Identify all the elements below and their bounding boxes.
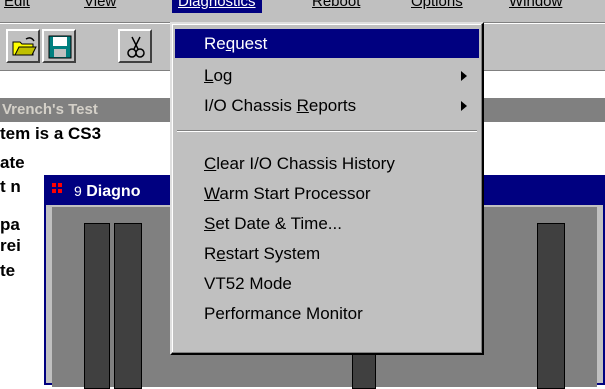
menu-item-text: et Date & Time... [215, 214, 342, 233]
menu-item-key: q [225, 34, 236, 53]
menu-item-text: start System [225, 244, 321, 263]
menu-item-text: VT52 Mode [204, 274, 292, 293]
menu-item-performance-monitor[interactable]: Performance Monitor [175, 299, 479, 328]
chassis-module[interactable] [114, 223, 142, 389]
menu-item-key: R [296, 96, 309, 115]
submenu-arrow-icon [461, 101, 467, 111]
menu-diagnostics[interactable]: Diagnostics [172, 0, 262, 13]
menu-item-key: C [204, 154, 217, 173]
menu-edit[interactable]: Edit [0, 0, 36, 13]
menu-item-text: uest [235, 34, 268, 53]
diagnostics-menu: Request Log I/O Chassis Reports Clear I/… [170, 22, 484, 355]
menu-item-text: lear I/O Chassis History [216, 154, 395, 173]
menu-item-warm-start-processor[interactable]: Warm Start Processor [175, 179, 479, 208]
menu-item-text: I/O Chassis [204, 96, 297, 115]
menu-item-key: S [204, 214, 216, 233]
open-folder-icon [12, 37, 37, 56]
chassis-module[interactable] [537, 223, 565, 389]
menu-item-text: arm Start Processor [219, 184, 371, 203]
menu-item-text: eports [308, 96, 357, 115]
diag-title-digit: 9 [74, 183, 82, 199]
content-line: tem is a CS3 [0, 124, 102, 143]
content-line: pa [0, 215, 20, 234]
menu-reboot-label: Reboot [312, 0, 361, 10]
cut-scissors-icon [127, 36, 145, 58]
content-line: t n [0, 177, 21, 196]
menu-view-label: View [84, 0, 117, 10]
menu-item-text: Re [204, 34, 226, 53]
content-line: rei [0, 236, 21, 255]
open-button[interactable] [6, 29, 40, 63]
menu-reboot[interactable]: Reboot [306, 0, 366, 13]
menu-edit-key: Edit [4, 0, 30, 10]
content-line: te [0, 261, 16, 280]
menu-item-clear-io-chassis-history[interactable]: Clear I/O Chassis History [175, 149, 479, 178]
menu-item-text: Performance Monitor [204, 304, 363, 323]
menu-item-set-date-time[interactable]: Set Date & Time... [175, 209, 479, 238]
save-disk-icon [48, 35, 72, 59]
cut-button[interactable] [118, 29, 152, 63]
menu-diagnostics-label: Diagnostics [178, 0, 256, 10]
chassis-module[interactable] [84, 223, 110, 389]
menu-options[interactable]: Options [405, 0, 469, 13]
menu-item-text: og [213, 66, 233, 85]
menu-item-vt52-mode[interactable]: VT52 Mode [175, 269, 479, 298]
menu-window[interactable]: Window [503, 0, 568, 13]
menu-item-text: R [204, 244, 217, 263]
app-icon [52, 183, 62, 193]
menu-separator [177, 130, 477, 132]
save-button[interactable] [42, 29, 76, 63]
menu-item-request[interactable]: Request [175, 29, 479, 58]
menu-options-label: Options [411, 0, 463, 10]
content-line: ate [0, 153, 25, 172]
menu-item-key: W [204, 184, 220, 203]
diagnostics-window-title: Diagno [86, 183, 141, 200]
menu-item-log[interactable]: Log [175, 61, 479, 90]
menu-view[interactable]: View [78, 0, 122, 13]
submenu-arrow-icon [461, 71, 467, 81]
menu-window-label: Window [509, 0, 563, 10]
menu-item-key: e [216, 244, 226, 263]
menu-item-io-chassis-reports[interactable]: I/O Chassis Reports [175, 91, 479, 120]
menu-item-restart-system[interactable]: Restart System [175, 239, 479, 268]
menu-bar: Edit View Diagnostics Reboot Options Win… [0, 0, 605, 23]
